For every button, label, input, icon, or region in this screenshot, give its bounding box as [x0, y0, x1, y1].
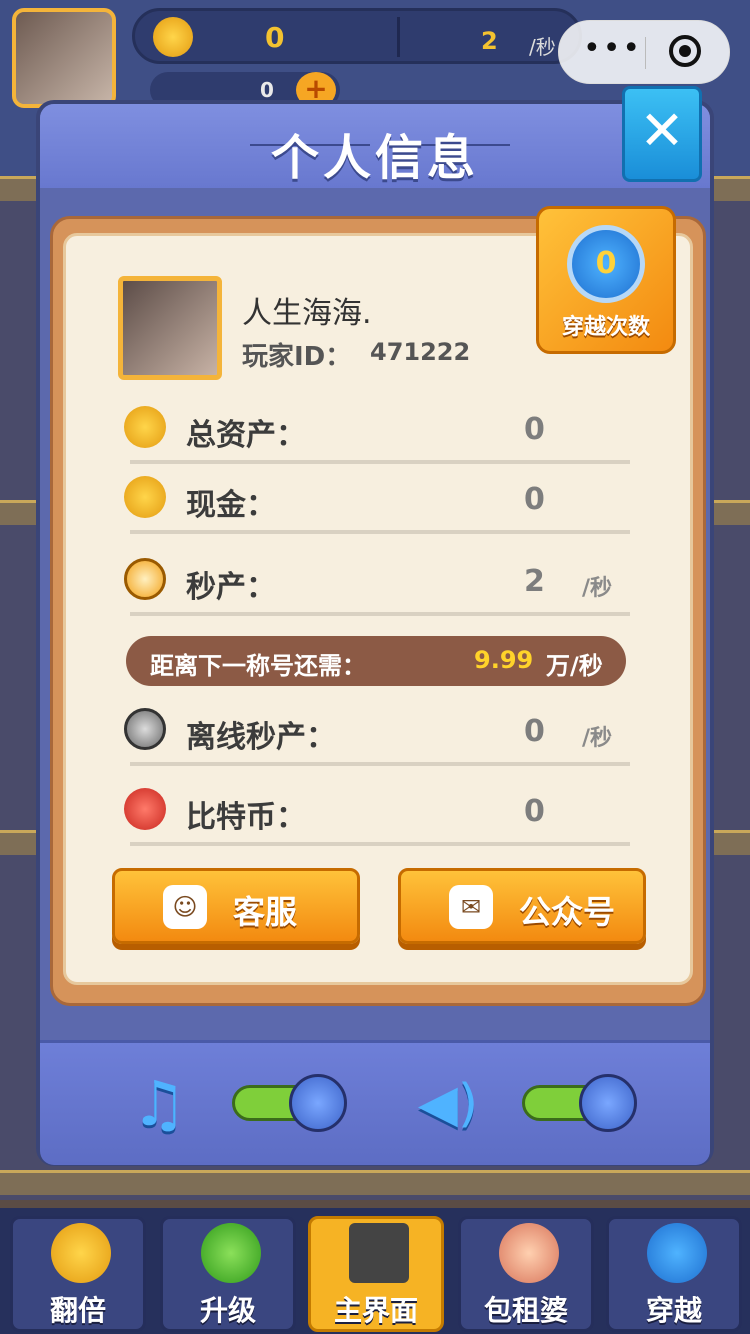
toggle-knob — [289, 1074, 347, 1132]
divider — [397, 17, 400, 57]
stat-bitcoin: 比特币： 0 — [124, 782, 630, 846]
rate-value: 2 — [481, 27, 498, 55]
profile-card: 人生海海. 玩家ID： 471222 0 穿越次数 总资产： 0 现金： 0 秒… — [63, 206, 693, 985]
nav-label: 翻倍 — [49, 1294, 106, 1327]
next-title-label: 距离下一称号还需： — [150, 652, 366, 680]
nav-upgrade[interactable]: 升级 — [160, 1216, 296, 1332]
travel-count-badge: 0 穿越次数 — [536, 206, 676, 354]
stat-rate: 秒产： 2 /秒 — [124, 552, 630, 616]
stopwatch-icon — [124, 558, 166, 600]
background-shelf — [0, 1170, 750, 1195]
wheel-icon — [51, 1223, 111, 1283]
rate-unit: /秒 — [529, 35, 556, 59]
building-icon — [349, 1223, 409, 1283]
nav-label: 主界面 — [333, 1294, 418, 1327]
nav-double[interactable]: 翻倍 — [10, 1216, 146, 1332]
miniprogram-capsule: ••• — [558, 20, 730, 84]
profile-card-frame: 人生海海. 玩家ID： 471222 0 穿越次数 总资产： 0 现金： 0 秒… — [50, 206, 706, 1006]
next-title-unit: 万/秒 — [546, 652, 603, 680]
stat-value: 0 — [524, 714, 545, 749]
stat-unit: /秒 — [582, 726, 613, 751]
sound-toggle[interactable] — [522, 1074, 637, 1132]
official-account-button[interactable]: ✉ 公众号 — [398, 868, 646, 944]
settings-bar: ♫ ◀) — [40, 1040, 710, 1165]
stat-label: 秒产： — [186, 570, 276, 605]
top-status-bar: 0 2 /秒 0 + ••• — [0, 0, 750, 108]
offline-stopwatch-icon — [124, 708, 166, 750]
up-arrow-icon — [201, 1223, 261, 1283]
close-button[interactable]: ✕ — [622, 86, 702, 182]
modal-header: 个人信息 — [40, 104, 710, 188]
stat-value: 2 — [524, 564, 545, 599]
next-title-bar: 距离下一称号还需： 9.99 万/秒 — [126, 636, 626, 686]
nav-travel[interactable]: 穿越 — [606, 1216, 742, 1332]
avatar — [118, 276, 222, 380]
next-title-value: 9.99 — [474, 646, 534, 674]
headset-icon: ☺ — [163, 885, 207, 929]
stat-label: 比特币： — [186, 800, 306, 835]
wechat-icon: ✉ — [449, 885, 493, 929]
nav-label: 包租婆 — [483, 1294, 568, 1327]
landlady-icon — [499, 1223, 559, 1283]
nav-main[interactable]: 主界面 — [308, 1216, 444, 1332]
stat-value: 0 — [524, 482, 545, 517]
official-account-label: 公众号 — [519, 893, 616, 931]
stat-label: 现金： — [186, 488, 276, 523]
nav-label: 升级 — [199, 1294, 256, 1327]
coin-stack-icon — [124, 406, 166, 448]
profile-modal: 个人信息 ✕ 人生海海. 玩家ID： 471222 0 穿越次数 总资产： 0 … — [36, 86, 714, 1166]
nav-label: 穿越 — [645, 1294, 702, 1327]
bitcoin-icon — [124, 788, 166, 830]
coin-icon — [124, 476, 166, 518]
music-toggle[interactable] — [232, 1074, 347, 1132]
stat-label: 总资产： — [186, 418, 306, 453]
customer-service-button[interactable]: ☺ 客服 — [112, 868, 360, 944]
toggle-knob — [579, 1074, 637, 1132]
gem-count: 0 — [260, 78, 274, 102]
user-avatar-top[interactable] — [12, 8, 116, 108]
coin-count: 0 — [265, 21, 285, 54]
close-miniprogram-icon[interactable] — [669, 35, 701, 67]
stat-offline-rate: 离线秒产： 0 /秒 — [124, 702, 630, 766]
player-id-label: 玩家ID： — [242, 342, 352, 372]
travel-count-label: 穿越次数 — [561, 315, 650, 340]
bottom-nav: 翻倍 升级 主界面 包租婆 穿越 — [0, 1208, 750, 1334]
stat-value: 0 — [524, 412, 545, 447]
coin-bar: 0 2 /秒 — [132, 8, 582, 64]
stat-total-assets: 总资产： 0 — [124, 400, 630, 464]
player-id: 471222 — [370, 338, 471, 366]
divider — [645, 37, 646, 69]
speaker-icon: ◀) — [417, 1074, 479, 1134]
clock-icon — [647, 1223, 707, 1283]
coin-icon — [153, 17, 193, 57]
modal-title: 个人信息 — [270, 130, 479, 186]
customer-service-label: 客服 — [233, 893, 298, 931]
nav-landlady[interactable]: 包租婆 — [458, 1216, 594, 1332]
stat-label: 离线秒产： — [186, 720, 336, 755]
music-icon: ♫ — [131, 1067, 187, 1140]
stat-cash: 现金： 0 — [124, 470, 630, 534]
travel-count-value: 0 — [567, 225, 645, 303]
nickname: 人生海海. — [242, 296, 372, 331]
stat-unit: /秒 — [582, 576, 613, 601]
stat-value: 0 — [524, 794, 545, 829]
more-icon[interactable]: ••• — [583, 31, 642, 66]
